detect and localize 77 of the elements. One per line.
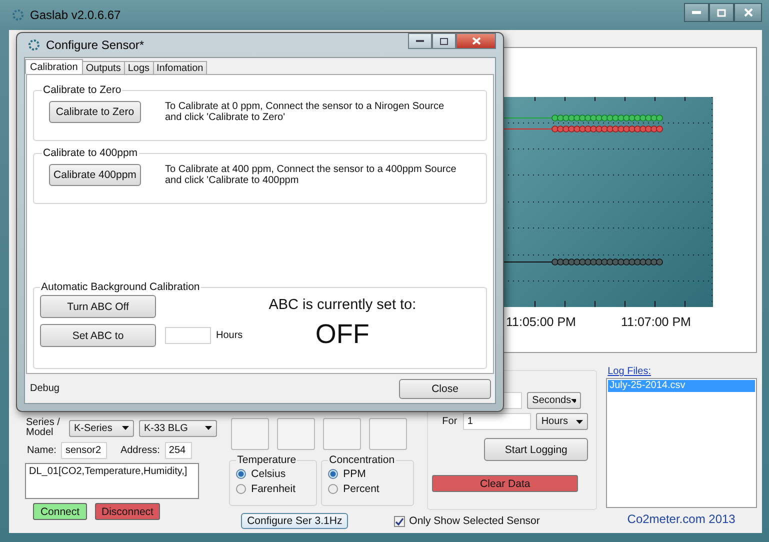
name-field[interactable]: sensor2: [61, 442, 108, 459]
minimize-button[interactable]: [408, 33, 432, 49]
connect-button[interactable]: Connect: [33, 503, 87, 520]
output-text-area[interactable]: DL_01[CO2,Temperature,Humidity,]: [25, 463, 199, 499]
checkbox-label: Only Show Selected Sensor: [409, 515, 540, 527]
duration-unit-dropdown[interactable]: Hours: [536, 413, 588, 430]
window-title: Gaslab v2.0.6.67: [30, 8, 121, 22]
radio-button[interactable]: [328, 484, 338, 494]
gear-icon: [27, 38, 41, 52]
check-icon: [395, 516, 404, 526]
close-icon: [744, 8, 752, 17]
radio-label: PPM: [343, 468, 366, 480]
display-panel: [369, 418, 408, 450]
instruction-text: To Calibrate at 400 ppm, Connect the sensor to a 400ppm Source and click 'Calibrate to 400ppm: [165, 164, 456, 186]
log-files-link[interactable]: Log Files:: [608, 366, 651, 377]
group-title: Automatic Background Calibration: [40, 281, 201, 293]
radio-button[interactable]: [236, 468, 246, 478]
interval-unit-dropdown[interactable]: Seconds: [527, 392, 582, 409]
hours-field[interactable]: [165, 327, 211, 344]
hours-label: Hours: [216, 330, 243, 341]
gear-icon: [11, 8, 25, 22]
close-button[interactable]: [734, 3, 762, 22]
radio-label: Percent: [343, 482, 380, 494]
radio-label: Celsius: [251, 468, 286, 480]
close-dialog-button[interactable]: Close: [399, 378, 491, 398]
dialog-title: Configure Sensor*: [46, 38, 144, 52]
abc-status-value: OFF: [315, 319, 370, 350]
disconnect-button[interactable]: Disconnect: [95, 503, 160, 520]
instruction-text: To Calibrate at 0 ppm, Connect the sensor to a Nirogen Source and click 'Calibrate to Zero': [165, 101, 444, 123]
group-title: Calibrate to 400ppm: [42, 147, 139, 159]
status-text: Debug: [30, 383, 60, 394]
maximize-button[interactable]: [709, 3, 734, 22]
name-label: Name:: [27, 445, 56, 456]
start-logging-button[interactable]: Start Logging: [484, 438, 588, 461]
minimize-button[interactable]: [684, 3, 709, 22]
abc-status-label: ABC is currently set to:: [268, 297, 416, 313]
minimize-icon: [416, 40, 424, 42]
duration-field[interactable]: 1: [463, 413, 532, 430]
footer-text: Co2meter.com 2013: [627, 512, 736, 526]
group-title: Temperature: [236, 454, 298, 466]
tab[interactable]: Outputs: [82, 61, 125, 74]
caret-icon: [576, 420, 584, 424]
tab[interactable]: Calibration: [25, 59, 83, 74]
for-label: For: [442, 416, 458, 427]
checkbox[interactable]: [394, 516, 406, 526]
series-model-label: Series / Model: [26, 418, 61, 438]
tab[interactable]: Infomation: [152, 61, 208, 74]
time-axis-label: 11:05:00 PM: [506, 315, 576, 329]
calibrate-zero-button[interactable]: Calibrate to Zero: [49, 101, 141, 123]
group-title: Calibrate to Zero: [42, 84, 122, 96]
address-label: Address:: [120, 445, 160, 456]
series-dropdown[interactable]: K-Series: [69, 420, 134, 436]
clear-data-button[interactable]: Clear Data: [432, 475, 578, 492]
turn-abc-off-button[interactable]: Turn ABC Off: [40, 295, 156, 318]
caret-icon: [571, 398, 576, 402]
time-axis-label: 11:07:00 PM: [621, 315, 691, 329]
close-icon: [472, 37, 480, 45]
set-abc-button[interactable]: Set ABC to: [40, 324, 156, 347]
display-panel: [277, 418, 316, 450]
maximize-button[interactable]: [432, 33, 456, 49]
caret-icon: [122, 426, 129, 430]
tab[interactable]: Logs: [124, 61, 154, 74]
group-title: Concentration: [328, 454, 396, 466]
maximize-icon: [440, 38, 448, 44]
maximize-icon: [717, 8, 726, 16]
radio-button[interactable]: [328, 468, 338, 478]
caret-icon: [205, 426, 212, 430]
radio-label: Farenheit: [251, 482, 296, 494]
display-panel: [231, 418, 270, 450]
radio-button[interactable]: [236, 484, 246, 494]
display-panel: [323, 418, 362, 450]
calibrate-400ppm-button[interactable]: Calibrate 400ppm: [49, 164, 141, 186]
close-button[interactable]: [456, 33, 496, 49]
address-field[interactable]: 254: [164, 442, 192, 459]
minimize-icon: [692, 11, 701, 14]
configure-button[interactable]: Configure Ser 3.1Hz: [241, 513, 348, 529]
model-dropdown[interactable]: K-33 BLG: [139, 420, 217, 436]
